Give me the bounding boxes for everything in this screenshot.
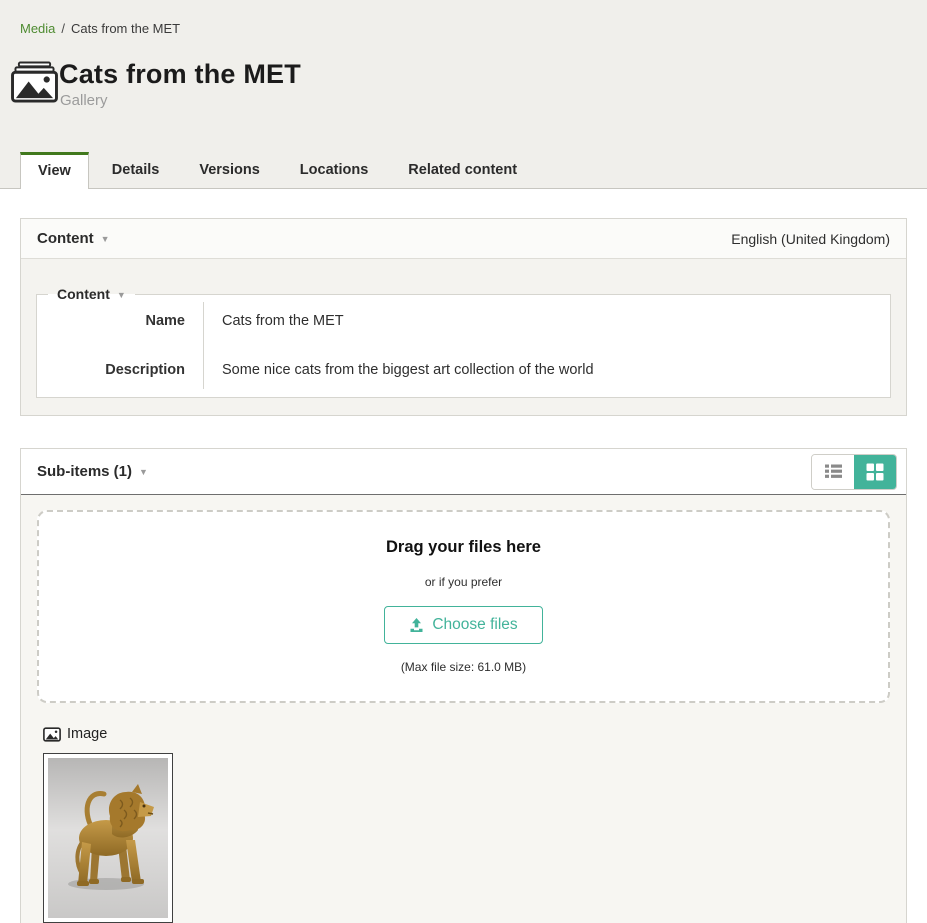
subitems-header: Sub-items (1) ▼	[21, 449, 906, 495]
fieldset-legend-text: Content	[57, 286, 110, 302]
breadcrumb: Media / Cats from the MET	[0, 0, 927, 36]
dropzone-title: Drag your files here	[39, 538, 888, 557]
tab-related-content[interactable]: Related content	[391, 152, 534, 188]
file-dropzone[interactable]: Drag your files here or if you prefer Ch…	[37, 510, 890, 703]
page-subtitle: Gallery	[60, 92, 301, 109]
content-fieldset: Content ▼ Name Cats from the MET Descript…	[36, 286, 891, 398]
subitems-title: Sub-items (1)	[37, 463, 132, 480]
language-indicator: English (United Kingdom)	[731, 231, 890, 247]
subitem-thumbnail[interactable]	[43, 753, 173, 923]
tab-view[interactable]: View	[20, 152, 89, 189]
tab-locations[interactable]: Locations	[283, 152, 385, 188]
subitems-section: Sub-items (1) ▼	[20, 448, 907, 923]
image-icon	[43, 727, 61, 742]
subitem-type-label: Image	[67, 726, 107, 742]
content-section: Content ▼ English (United Kingdom) Conten…	[20, 218, 907, 416]
list-view-button[interactable]	[812, 455, 854, 489]
view-toggle	[811, 454, 897, 490]
caret-down-icon[interactable]: ▼	[101, 234, 110, 244]
choose-files-label: Choose files	[432, 616, 517, 634]
breadcrumb-current: Cats from the MET	[71, 21, 180, 36]
list-view-icon	[824, 464, 843, 479]
content-fieldset-legend: Content ▼	[48, 286, 135, 302]
breadcrumb-separator: /	[61, 21, 65, 36]
tab-versions[interactable]: Versions	[182, 152, 276, 188]
field-label-description: Description	[37, 340, 203, 389]
page-title: Cats from the MET	[59, 59, 301, 89]
choose-files-button[interactable]: Choose files	[384, 606, 542, 644]
subitem-type: Image	[43, 726, 890, 742]
content-section-title: Content	[37, 230, 94, 247]
field-label-name: Name	[37, 302, 203, 340]
content-section-header: Content ▼ English (United Kingdom)	[21, 219, 906, 259]
subitem: Image	[43, 726, 890, 923]
breadcrumb-link-media[interactable]: Media	[20, 21, 55, 36]
tab-details[interactable]: Details	[95, 152, 177, 188]
upload-icon	[409, 618, 424, 633]
tab-panel-view: Content ▼ English (United Kingdom) Conten…	[0, 189, 927, 923]
dropzone-subtitle: or if you prefer	[39, 575, 888, 589]
page-header: Cats from the MET Gallery	[11, 59, 907, 109]
grid-view-icon	[866, 463, 884, 481]
subitems-body: Drag your files here or if you prefer Ch…	[21, 495, 906, 923]
max-file-size-note: (Max file size: 61.0 MB)	[39, 660, 888, 674]
caret-down-icon[interactable]: ▼	[117, 290, 126, 300]
content-section-body: Content ▼ Name Cats from the MET Descript…	[21, 259, 906, 415]
field-value-description: Some nice cats from the biggest art coll…	[203, 340, 890, 389]
gallery-icon	[11, 61, 58, 103]
field-value-name: Cats from the MET	[203, 302, 890, 340]
grid-view-button[interactable]	[854, 455, 896, 489]
caret-down-icon[interactable]: ▼	[139, 467, 148, 477]
lion-sculpture-image	[48, 758, 168, 918]
tab-bar: View Details Versions Locations Related …	[0, 152, 927, 189]
content-fields: Name Cats from the MET Description Some …	[37, 302, 890, 389]
